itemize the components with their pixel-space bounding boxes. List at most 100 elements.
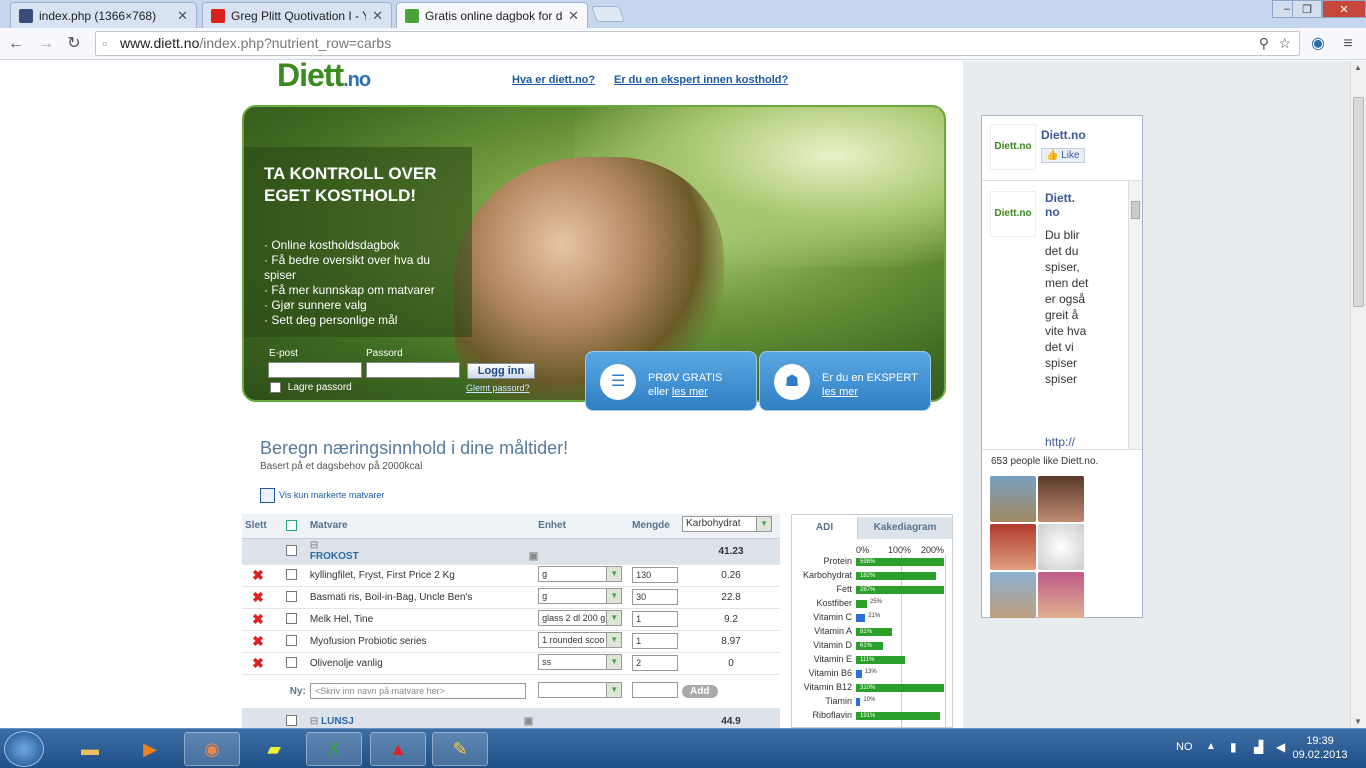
tab-adi[interactable]: ADI bbox=[792, 517, 858, 539]
notes-app-icon[interactable]: ▰ bbox=[246, 732, 302, 766]
amount-input[interactable]: 2 bbox=[632, 655, 679, 671]
explorer-icon[interactable]: ▬ bbox=[62, 732, 118, 766]
scroll-down-icon[interactable]: ▼ bbox=[1354, 717, 1362, 726]
notes-icon[interactable]: ▣ bbox=[529, 551, 538, 562]
unit-select[interactable]: g bbox=[538, 565, 623, 582]
tab-diett[interactable]: Gratis online dagbok for d ✕ bbox=[396, 2, 588, 28]
star-icon[interactable]: ☆ bbox=[1278, 32, 1291, 55]
delete-icon[interactable]: ✖ bbox=[242, 564, 274, 587]
adi-scale-200: 200% bbox=[921, 545, 945, 555]
fb-page-name[interactable]: Diett.no bbox=[1041, 128, 1086, 142]
fb-page-logo[interactable]: Diett.no bbox=[990, 124, 1036, 170]
cta-link[interactable]: les mer bbox=[822, 386, 858, 398]
delete-icon[interactable]: ✖ bbox=[242, 608, 274, 631]
password-field[interactable] bbox=[366, 362, 460, 378]
unit-select[interactable]: ss bbox=[538, 653, 623, 670]
scroll-up-icon[interactable]: ▲ bbox=[1354, 63, 1362, 72]
row-checkbox[interactable] bbox=[286, 569, 298, 581]
volume-icon[interactable]: ◀ bbox=[1276, 740, 1285, 754]
new-unit-select[interactable] bbox=[538, 681, 623, 698]
reload-icon[interactable]: ↻ bbox=[64, 34, 84, 54]
tab-index[interactable]: index.php (1366×768) ✕ bbox=[10, 2, 197, 28]
row-checkbox[interactable] bbox=[286, 591, 298, 603]
collapse-icon[interactable]: ⊟ bbox=[310, 716, 318, 727]
row-checkbox[interactable] bbox=[286, 613, 298, 625]
email-field[interactable] bbox=[268, 362, 362, 378]
link-expert[interactable]: Er du en ekspert innen kosthold? bbox=[614, 74, 788, 86]
check-all-checkbox[interactable] bbox=[286, 520, 298, 532]
tab-youtube[interactable]: Greg Plitt Quotivation I - Y ✕ bbox=[202, 2, 392, 28]
notes-icon[interactable]: ▣ bbox=[524, 716, 533, 727]
fan-avatar[interactable] bbox=[990, 572, 1036, 618]
unit-select[interactable]: glass 2 dl 200 g bbox=[538, 609, 623, 626]
amount-input[interactable]: 130 bbox=[632, 567, 679, 583]
battery-icon[interactable]: ▮ bbox=[1230, 740, 1237, 754]
close-icon[interactable]: ✕ bbox=[372, 8, 383, 24]
forgot-password-link[interactable]: Glemt passord? bbox=[466, 383, 530, 393]
tab-pie[interactable]: Kakediagram bbox=[858, 517, 952, 539]
signal-icon[interactable]: ▟ bbox=[1254, 740, 1263, 754]
wrench-icon[interactable]: ≡ bbox=[1338, 34, 1358, 54]
delete-icon[interactable]: ✖ bbox=[242, 630, 274, 653]
email-label: E-post bbox=[269, 348, 298, 359]
row-checkbox[interactable] bbox=[286, 635, 298, 647]
nutrient-select[interactable]: Karbohydrat bbox=[682, 516, 773, 533]
meal-checkbox[interactable] bbox=[286, 545, 298, 557]
unit-select[interactable]: g bbox=[538, 587, 623, 604]
row-checkbox[interactable] bbox=[286, 657, 298, 669]
site-logo[interactable]: Diett.no bbox=[277, 61, 371, 94]
unit-select[interactable]: 1 rounded scoo bbox=[538, 631, 623, 648]
delete-icon[interactable]: ✖ bbox=[242, 586, 274, 609]
fan-avatar[interactable] bbox=[990, 476, 1036, 522]
amount-input[interactable]: 1 bbox=[632, 633, 679, 649]
new-food-input[interactable]: <Skriv inn navn på matvare her> bbox=[309, 683, 526, 699]
back-icon[interactable]: ← bbox=[6, 34, 26, 54]
maximize-button[interactable]: ❐ bbox=[1292, 0, 1322, 18]
address-bar[interactable]: ▫ www.diett.no/index.php?nutrient_row=ca… bbox=[95, 31, 1300, 56]
add-button[interactable]: Add bbox=[682, 684, 718, 698]
fan-avatar[interactable] bbox=[990, 524, 1036, 570]
cta-expert[interactable]: ☗ Er du en EKSPERT les mer bbox=[759, 351, 931, 411]
extension-icon[interactable]: ◉ bbox=[1308, 34, 1328, 54]
search-icon[interactable]: ⚲ bbox=[1259, 32, 1269, 55]
scroll-thumb[interactable] bbox=[1353, 97, 1364, 307]
media-player-icon[interactable]: ▶ bbox=[122, 732, 178, 766]
meal-checkbox[interactable] bbox=[286, 715, 298, 727]
show-marked-link[interactable]: Vis kun markerte matvarer bbox=[260, 488, 384, 503]
link-what-is[interactable]: Hva er diett.no? bbox=[512, 74, 595, 86]
collapse-icon[interactable]: ⊟ bbox=[310, 540, 318, 551]
tray-arrow-icon[interactable]: ▲ bbox=[1206, 741, 1216, 752]
new-amount-input[interactable] bbox=[632, 681, 679, 698]
paint-icon[interactable]: ✎ bbox=[432, 732, 488, 766]
page-scrollbar[interactable]: ▲ ▼ bbox=[1350, 61, 1366, 728]
chrome-icon[interactable]: ◉ bbox=[184, 732, 240, 766]
forward-icon[interactable]: → bbox=[36, 34, 56, 54]
new-tab-button[interactable] bbox=[591, 6, 625, 22]
fan-avatar[interactable] bbox=[1038, 524, 1084, 570]
login-button[interactable]: Logg inn bbox=[467, 363, 535, 379]
amount-input[interactable]: 1 bbox=[632, 611, 679, 627]
amount-input[interactable]: 30 bbox=[632, 589, 679, 605]
delete-icon[interactable]: ✖ bbox=[242, 652, 274, 675]
fb-scrollbar[interactable] bbox=[1128, 181, 1142, 449]
cta-title: PRØV GRATIS bbox=[648, 372, 723, 384]
pdf-icon[interactable]: ▲ bbox=[370, 732, 426, 766]
fan-avatar[interactable] bbox=[1038, 476, 1084, 522]
fb-post-link[interactable]: http:// bbox=[1045, 435, 1075, 449]
adi-row: Protein 598% bbox=[792, 555, 952, 569]
language-indicator[interactable]: NO bbox=[1176, 741, 1193, 753]
cta-try-free[interactable]: ☰ PRØV GRATIS eller les mer bbox=[585, 351, 757, 411]
cta-link[interactable]: les mer bbox=[672, 386, 708, 398]
document-icon bbox=[19, 8, 33, 23]
remember-checkbox[interactable] bbox=[270, 382, 281, 393]
clock[interactable]: 19:39 09.02.2013 bbox=[1290, 734, 1350, 762]
fb-scroll-thumb[interactable] bbox=[1131, 201, 1140, 219]
excel-icon[interactable]: X bbox=[306, 732, 362, 766]
close-window-button[interactable]: ✕ bbox=[1322, 0, 1366, 18]
fb-like-button[interactable]: 👍 Like bbox=[1041, 148, 1085, 163]
close-icon[interactable]: ✕ bbox=[177, 8, 188, 24]
close-icon[interactable]: ✕ bbox=[568, 8, 579, 24]
fb-post-name[interactable]: Diett. no bbox=[1045, 191, 1085, 219]
start-button[interactable] bbox=[4, 731, 44, 767]
fan-avatar[interactable] bbox=[1038, 572, 1084, 618]
